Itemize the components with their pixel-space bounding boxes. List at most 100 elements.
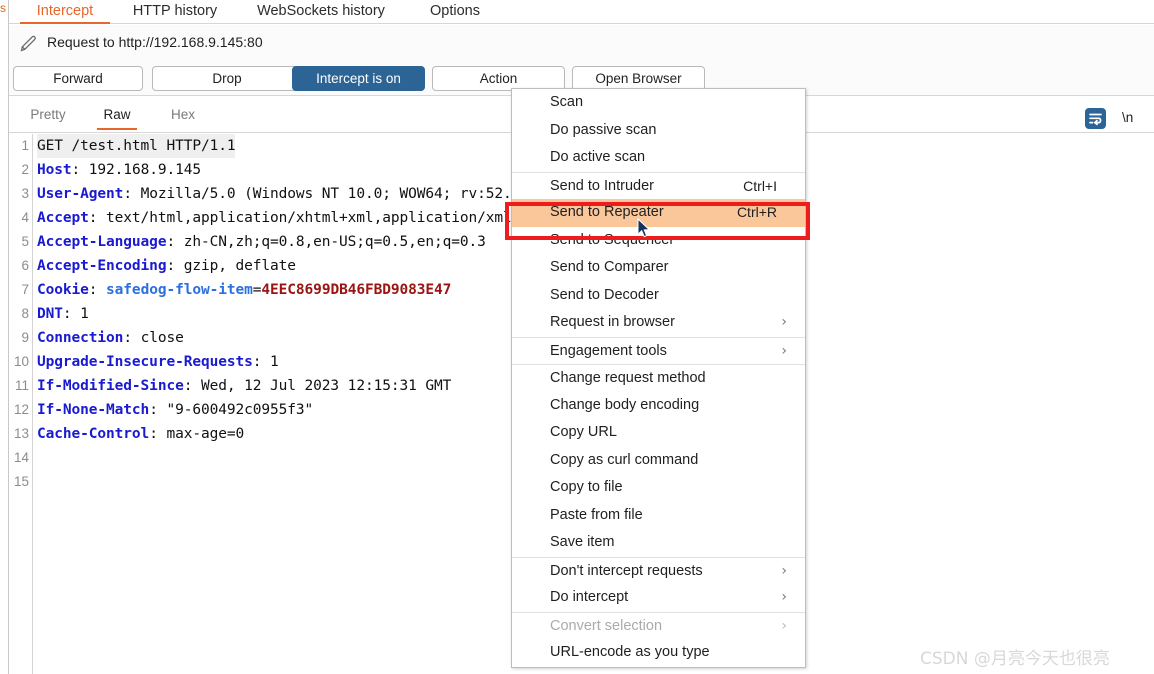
- menu-item-change-body-encoding[interactable]: Change body encoding: [512, 392, 805, 420]
- chevron-right-icon: ›: [781, 314, 787, 330]
- chevron-right-icon: ›: [781, 562, 787, 579]
- token: User-Agent: [37, 186, 124, 202]
- line-number: 8: [21, 306, 29, 321]
- menu-item-label: Send to Comparer: [550, 259, 669, 275]
- line-number: 1: [21, 138, 29, 153]
- token: Accept-Encoding: [37, 258, 167, 274]
- left-edge-strip: s: [0, 0, 9, 674]
- token: 4EEC8699DB46FBD9083E47: [261, 282, 452, 298]
- token: : "9-600492c0955f3": [149, 402, 314, 418]
- menu-item-paste-from-file[interactable]: Paste from file: [512, 502, 805, 530]
- menu-item-send-to-sequencer[interactable]: Send to Sequencer: [512, 227, 805, 255]
- line-text: Upgrade-Insecure-Requests: 1: [37, 350, 279, 374]
- menu-item-shortcut: Ctrl+R: [736, 204, 777, 220]
- menu-item-change-request-method[interactable]: Change request method: [512, 364, 805, 392]
- menu-item-shortcut: Ctrl+I: [743, 177, 777, 194]
- menu-item-label: Engagement tools: [550, 342, 667, 359]
- menu-item-label: Copy as curl command: [550, 451, 699, 468]
- line-text: DNT: 1: [37, 302, 89, 326]
- menu-item-send-to-intruder[interactable]: Send to Intruder Ctrl+I: [512, 171, 805, 200]
- drop-button[interactable]: Drop: [152, 66, 302, 91]
- tab-websockets-history[interactable]: WebSockets history: [241, 0, 401, 24]
- menu-item-label: Save item: [550, 534, 615, 550]
- menu-item-do-passive-scan[interactable]: Do passive scan: [512, 117, 805, 145]
- menu-item-label: Scan: [550, 94, 584, 110]
- menu-item-scan[interactable]: Scan: [512, 89, 805, 117]
- line-text: Accept-Encoding: gzip, deflate: [37, 254, 296, 278]
- menu-item-engagement-tools[interactable]: Engagement tools ›: [512, 336, 805, 365]
- newline-indicator-label[interactable]: \n: [1122, 110, 1133, 125]
- menu-item-send-to-comparer[interactable]: Send to Comparer: [512, 254, 805, 282]
- forward-button[interactable]: Forward: [13, 66, 143, 91]
- menu-item-send-to-decoder[interactable]: Send to Decoder: [512, 282, 805, 310]
- menu-item-label: Change body encoding: [550, 396, 700, 413]
- line-text: Cache-Control: max-age=0: [37, 422, 244, 446]
- menu-item-do-intercept[interactable]: Do intercept ›: [512, 584, 805, 612]
- menu-item-send-to-repeater[interactable]: Send to Repeater Ctrl+R: [512, 199, 805, 227]
- tab-http-history[interactable]: HTTP history: [120, 0, 230, 24]
- chevron-right-icon: ›: [781, 589, 787, 605]
- tab-options[interactable]: Options: [420, 0, 490, 24]
- line-number: 15: [13, 474, 29, 489]
- menu-item-copy-to-file[interactable]: Copy to file: [512, 474, 805, 502]
- left-edge-glyph: s: [0, 1, 6, 15]
- menu-item-do-active-scan[interactable]: Do active scan: [512, 144, 805, 172]
- token: Host: [37, 162, 72, 178]
- menu-item-label: Copy to file: [550, 479, 623, 495]
- menu-item-copy-as-curl-command[interactable]: Copy as curl command: [512, 447, 805, 475]
- token: Upgrade-Insecure-Requests: [37, 354, 253, 370]
- editor-tab-pretty[interactable]: Pretty: [22, 104, 74, 130]
- menu-item-convert-selection: Convert selection ›: [512, 611, 805, 640]
- editor-tab-raw[interactable]: Raw: [97, 104, 137, 130]
- token: : zh-CN,zh;q=0.8,en-US;q=0.5,en;q=0.3: [166, 234, 486, 250]
- menu-item-don-t-intercept-requests[interactable]: Don't intercept requests ›: [512, 556, 805, 585]
- menu-item-copy-url[interactable]: Copy URL: [512, 419, 805, 447]
- token: safedog-flow-item: [106, 282, 253, 298]
- line-number: 5: [21, 234, 29, 249]
- menu-item-label: Send to Intruder: [550, 177, 654, 194]
- line-text: If-Modified-Since: Wed, 12 Jul 2023 12:1…: [37, 374, 451, 398]
- menu-item-request-in-browser[interactable]: Request in browser ›: [512, 309, 805, 337]
- token: : max-age=0: [149, 426, 245, 442]
- csdn-watermark: CSDN @月亮今天也很亮: [920, 649, 1110, 669]
- token: Accept-Language: [37, 234, 167, 250]
- request-url-label: Request to http://192.168.9.145:80: [47, 34, 263, 50]
- line-text: Host: 192.168.9.145: [37, 158, 201, 182]
- menu-item-label: URL-encode as you type: [550, 644, 710, 660]
- menu-item-label: Send to Decoder: [550, 286, 659, 303]
- menu-item-url-encode-as-you-type[interactable]: URL-encode as you type: [512, 639, 805, 667]
- context-menu[interactable]: Scan Do passive scan Do active scan Send to…: [511, 88, 806, 668]
- chevron-right-icon: ›: [781, 342, 787, 359]
- token: : 192.168.9.145: [71, 162, 202, 178]
- editor-tab-hex[interactable]: Hex: [164, 104, 202, 130]
- line-number: 13: [13, 426, 29, 441]
- line-number: 9: [21, 330, 29, 345]
- line-number: 3: [21, 186, 29, 201]
- line-number: 4: [21, 210, 29, 225]
- token: : 1: [252, 354, 279, 370]
- line-number: 10: [13, 354, 29, 369]
- line-text: If-None-Match: "9-600492c0955f3": [37, 398, 313, 422]
- line-text: Accept-Language: zh-CN,zh;q=0.8,en-US;q=…: [37, 230, 486, 254]
- token: : gzip, deflate: [166, 258, 296, 274]
- menu-item-label: Don't intercept requests: [550, 562, 703, 579]
- main-tab-bar: Intercept HTTP history WebSockets history O…: [9, 0, 1154, 24]
- line-number: 12: [13, 402, 29, 417]
- request-info-bar: Request to http://192.168.9.145:80: [9, 25, 1154, 62]
- menu-item-label: Send to Sequencer: [550, 231, 675, 248]
- token: Cache-Control: [37, 426, 150, 442]
- line-number: 7: [21, 282, 29, 297]
- menu-item-save-item[interactable]: Save item: [512, 529, 805, 557]
- menu-item-label: Change request method: [550, 370, 706, 386]
- line-number: 11: [14, 378, 29, 393]
- line-text: GET /test.html HTTP/1.1: [37, 134, 236, 158]
- line-text: Connection: close: [37, 326, 184, 350]
- token: If-None-Match: [37, 402, 150, 418]
- token: Connection: [37, 330, 124, 346]
- intercept-is-on-button[interactable]: Intercept is on: [292, 66, 425, 91]
- tab-intercept[interactable]: Intercept: [20, 0, 110, 24]
- menu-item-label: Copy URL: [550, 424, 617, 440]
- menu-item-label: Convert selection: [550, 617, 663, 634]
- token: :: [88, 282, 107, 298]
- word-wrap-icon[interactable]: [1085, 108, 1106, 129]
